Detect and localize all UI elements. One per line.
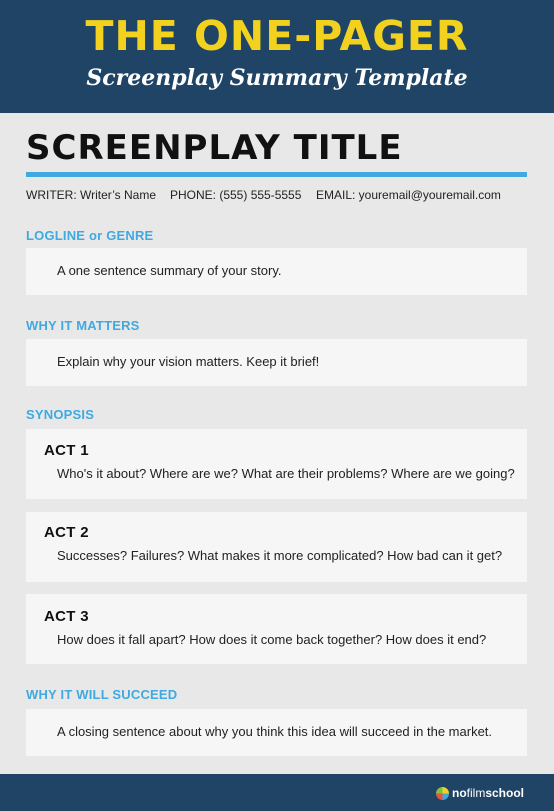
phone-field: PHONE: (555) 555-5555	[170, 188, 302, 202]
act-1-text: Who's it about? Where are we? What are t…	[57, 466, 515, 481]
act-3-title: ACT 3	[44, 608, 89, 625]
why-it-matters-text: Explain why your vision matters. Keep it…	[57, 354, 320, 369]
logo-text-no: no	[451, 786, 467, 800]
logo-text-school: school	[485, 786, 524, 800]
header-banner: THE ONE-PAGER Screenplay Summary Templat…	[0, 0, 554, 113]
nofilmschool-logo[interactable]: nofilmschool	[435, 785, 524, 801]
title-divider	[26, 172, 527, 177]
act-3-box: ACT 3 How does it fall apart? How does i…	[26, 594, 527, 664]
banner-title: THE ONE-PAGER	[85, 12, 469, 60]
act-1-title: ACT 1	[44, 442, 89, 459]
email-field: EMAIL: youremail@youremail.com	[316, 188, 501, 202]
why-it-will-succeed-box: A closing sentence about why you think t…	[26, 709, 527, 756]
logo-text: nofilmschool	[452, 786, 524, 800]
act-3-text: How does it fall apart? How does it come…	[57, 632, 487, 647]
logo-text-film: film	[466, 786, 486, 800]
logline-text: A one sentence summary of your story.	[57, 263, 282, 278]
act-1-box: ACT 1 Who's it about? Where are we? What…	[26, 429, 527, 499]
screenplay-title: SCREENPLAY TITLE	[26, 128, 403, 168]
why-it-matters-box: Explain why your vision matters. Keep it…	[26, 339, 527, 386]
why-it-matters-label: WHY IT MATTERS	[26, 318, 140, 333]
nofilmschool-logo-icon	[435, 786, 449, 800]
why-it-will-succeed-label: WHY IT WILL SUCCEED	[26, 687, 178, 702]
synopsis-label: SYNOPSIS	[26, 407, 95, 422]
banner-subtitle: Screenplay Summary Template	[86, 65, 468, 91]
logline-label: LOGLINE or GENRE	[26, 228, 154, 243]
act-2-box: ACT 2 Successes? Failures? What makes it…	[26, 512, 527, 582]
why-it-will-succeed-text: A closing sentence about why you think t…	[57, 724, 493, 739]
logline-box: A one sentence summary of your story.	[26, 248, 527, 295]
footer-bar: nofilmschool	[0, 774, 554, 811]
act-2-text: Successes? Failures? What makes it more …	[57, 548, 503, 563]
writer-field: WRITER: Writer’s Name	[26, 188, 157, 202]
act-2-title: ACT 2	[44, 524, 89, 541]
